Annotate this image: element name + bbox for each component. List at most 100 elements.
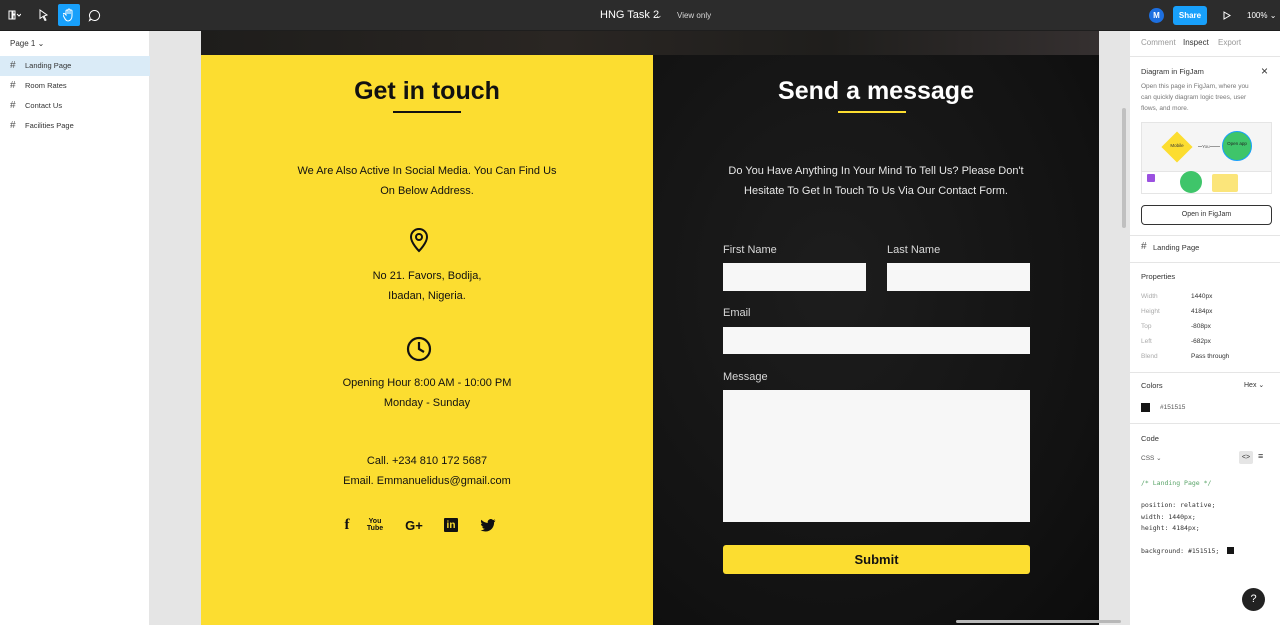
prop-left-value: -682px — [1191, 338, 1211, 345]
figjam-desc-2: can quickly diagram logic trees, user — [1141, 94, 1247, 101]
message-intro-line1: Do You Have Anything In Your Mind To Tel… — [728, 165, 1024, 177]
page-selector[interactable]: Page 1 ⌄ — [10, 39, 44, 48]
layer-landing-page[interactable]: # Landing Page — [0, 56, 150, 76]
frame-icon: # — [1141, 241, 1147, 252]
prop-width-key: Width — [1141, 293, 1158, 300]
layer-contact-us[interactable]: # Contact Us — [0, 96, 150, 116]
list-view-icon[interactable]: ≡ — [1258, 451, 1263, 461]
preview-you-label: You — [1202, 144, 1210, 149]
code-line-width: width: 1440px; — [1141, 513, 1196, 521]
chevron-down-icon: ⌄ — [37, 39, 45, 48]
code-lang-select[interactable]: CSS ⌄ — [1141, 453, 1162, 464]
divider — [1130, 56, 1280, 57]
preview-mobile-label: Mobile — [1170, 143, 1184, 148]
message-title-underline — [838, 111, 906, 113]
contact-title: Get in touch — [354, 77, 500, 105]
page-selector-label: Page 1 — [10, 39, 36, 48]
facebook-icon[interactable]: f — [341, 515, 353, 535]
message-intro-line2: Hesitate To Get In Touch To Us Via Our C… — [744, 185, 1008, 197]
move-tool-icon[interactable] — [33, 4, 55, 26]
tab-export[interactable]: Export — [1218, 38, 1241, 47]
email-field[interactable] — [723, 327, 1030, 354]
frame-icon: # — [10, 100, 16, 111]
prop-blend-value: Pass through — [1191, 353, 1230, 360]
code-line-height: height: 4184px; — [1141, 524, 1200, 532]
code-line-position: position: relative; — [1141, 501, 1216, 509]
message-title: Send a message — [778, 77, 974, 105]
zoom-chevron-icon: ⌄ — [1269, 11, 1277, 20]
frame-icon: # — [10, 80, 16, 91]
help-button[interactable]: ? — [1242, 588, 1265, 611]
submit-button[interactable]: Submit — [723, 545, 1030, 574]
figjam-desc-3: flows, and more. — [1141, 105, 1189, 112]
vertical-scrollbar[interactable] — [1122, 108, 1126, 228]
preview-open-label: Open app — [1227, 141, 1247, 146]
open-in-figjam-button[interactable]: Open in FigJam — [1141, 205, 1272, 225]
hours-line1: Opening Hour 8:00 AM - 10:00 PM — [342, 377, 512, 389]
code-line-background: background: #151515; — [1141, 547, 1220, 555]
figjam-title: Diagram in FigJam — [1141, 67, 1204, 76]
frame-icon: # — [10, 120, 16, 131]
zoom-level[interactable]: 100% ⌄ — [1247, 0, 1276, 31]
divider — [1130, 423, 1280, 424]
figjam-desc-1: Open this page in FigJam, where you — [1141, 83, 1249, 90]
chevron-down-icon[interactable]: ⌄ — [655, 0, 663, 31]
twitter-icon[interactable] — [480, 515, 496, 535]
linkedin-icon[interactable]: in — [444, 518, 458, 532]
frame-icon: # — [10, 60, 16, 71]
landing-page-frame[interactable]: Get in touch We Are Also Active In Socia… — [201, 31, 1099, 625]
address-line2: Ibadan, Nigeria. — [388, 290, 466, 302]
color-swatch[interactable] — [1141, 403, 1150, 412]
message-label: Message — [723, 371, 768, 383]
code-view-icon[interactable]: <> — [1239, 451, 1253, 464]
preview-tool-swatch — [1147, 174, 1155, 182]
tab-inspect[interactable]: Inspect — [1183, 38, 1209, 47]
location-pin-icon — [407, 227, 431, 253]
prop-height-value: 4184px — [1191, 308, 1213, 315]
present-icon[interactable] — [1216, 4, 1238, 26]
avatar[interactable]: M — [1149, 8, 1164, 23]
code-comment: /* Landing Page */ — [1141, 479, 1212, 487]
color-value[interactable]: #151515 — [1160, 402, 1185, 413]
share-button[interactable]: Share — [1173, 6, 1207, 25]
google-plus-icon[interactable]: G+ — [403, 515, 425, 535]
chevron-down-icon: ⌄ — [1258, 382, 1265, 389]
prop-top-key: Top — [1141, 323, 1152, 330]
close-icon[interactable]: × — [1261, 64, 1268, 78]
layer-room-rates[interactable]: # Room Rates — [0, 76, 150, 96]
tab-comment[interactable]: Comment — [1141, 38, 1176, 47]
code-title: Code — [1141, 434, 1159, 443]
properties-title: Properties — [1141, 272, 1176, 281]
clock-icon — [406, 336, 432, 362]
design-canvas[interactable]: Get in touch We Are Also Active In Socia… — [150, 31, 1129, 625]
phone-text: Call. +234 810 172 5687 — [366, 455, 488, 467]
prop-blend-key: Blend — [1141, 353, 1158, 360]
file-title[interactable]: HNG Task 2 — [600, 0, 659, 31]
youtube-icon[interactable]: You Tube — [367, 515, 383, 535]
divider — [1130, 235, 1280, 236]
email-label: Email — [723, 307, 751, 319]
code-color-swatch — [1227, 547, 1234, 554]
colors-title: Colors — [1141, 381, 1163, 390]
figma-menu-icon[interactable] — [3, 4, 25, 26]
hero-image-strip — [201, 31, 1099, 55]
figjam-preview: Mobile You Open app — [1141, 122, 1272, 194]
prop-height-key: Height — [1141, 308, 1160, 315]
comment-tool-icon[interactable] — [83, 4, 105, 26]
layer-facilities-page[interactable]: # Facilities Page — [0, 116, 150, 136]
last-name-field[interactable] — [887, 263, 1030, 291]
top-toolbar: HNG Task 2 ⌄ View only M Share 100% ⌄ — [0, 0, 1280, 31]
color-format-select[interactable]: Hex ⌄ — [1244, 381, 1264, 389]
divider — [1130, 372, 1280, 373]
layer-label: Room Rates — [25, 81, 67, 90]
code-lang-label: CSS — [1141, 455, 1155, 462]
prop-left-key: Left — [1141, 338, 1152, 345]
horizontal-scrollbar[interactable] — [956, 620, 1121, 623]
message-textarea[interactable] — [723, 390, 1030, 522]
hand-tool-icon[interactable] — [58, 4, 80, 26]
divider — [1130, 262, 1280, 263]
prop-width-value: 1440px — [1191, 293, 1213, 300]
contact-title-underline — [393, 111, 461, 113]
layer-label: Facilities Page — [25, 121, 74, 130]
first-name-field[interactable] — [723, 263, 866, 291]
